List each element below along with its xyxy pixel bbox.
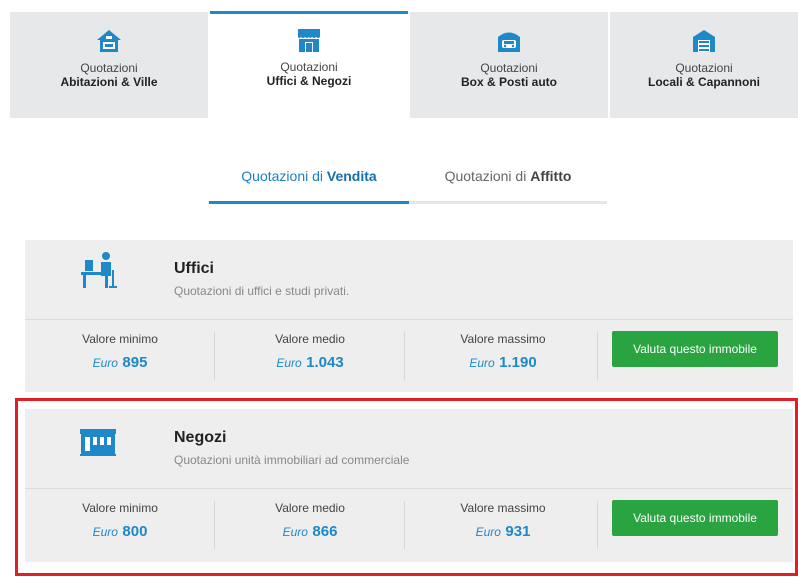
tab-strong: Vendita bbox=[326, 168, 377, 184]
tab-line1: Quotazioni bbox=[480, 61, 538, 75]
card-header: Uffici Quotazioni di uffici e studi priv… bbox=[25, 240, 793, 319]
stat-value: Euro 1.190 bbox=[469, 354, 537, 371]
tab-locali-capannoni[interactable]: Quotazioni Locali & Capannoni bbox=[610, 12, 798, 118]
tab-prefix: Quotazioni di bbox=[241, 168, 324, 184]
house-icon bbox=[97, 30, 121, 52]
stat-label: Valore massimo bbox=[460, 332, 546, 346]
card-stats: Valore minimo Euro 895 Valore medio Euro… bbox=[25, 320, 793, 392]
shop-icon bbox=[298, 29, 320, 52]
tab-line2: Abitazioni & Ville bbox=[60, 75, 158, 89]
garage-car-icon bbox=[498, 32, 520, 52]
category-tabs: Quotazioni Abitazioni & Ville Quotazioni… bbox=[10, 11, 798, 121]
stat-max: Valore massimo Euro 1.190 bbox=[408, 320, 598, 392]
mode-tabs: Quotazioni di Vendita Quotazioni di Affi… bbox=[209, 160, 607, 204]
stat-value: Euro 895 bbox=[92, 354, 148, 371]
tab-abitazioni-ville[interactable]: Quotazioni Abitazioni & Ville bbox=[10, 12, 208, 118]
valuta-immobile-button[interactable]: Valuta questo immobile bbox=[612, 331, 778, 367]
tab-prefix: Quotazioni di bbox=[444, 168, 527, 184]
tab-uffici-negozi[interactable]: Quotazioni Uffici & Negozi bbox=[210, 11, 408, 121]
tab-line2: Locali & Capannoni bbox=[647, 75, 760, 89]
warehouse-icon bbox=[693, 30, 715, 52]
tab-line1: Quotazioni bbox=[280, 60, 338, 74]
card-title: Uffici bbox=[174, 260, 214, 277]
tab-line1: Quotazioni bbox=[80, 61, 138, 75]
tab-box-posti-auto[interactable]: Quotazioni Box & Posti auto bbox=[410, 12, 608, 118]
stat-label: Valore medio bbox=[275, 332, 345, 346]
office-worker-icon bbox=[81, 252, 117, 288]
tab-line2: Uffici & Negozi bbox=[266, 74, 352, 88]
stat-value: Euro 1.043 bbox=[276, 354, 344, 371]
card-description: Quotazioni di uffici e studi privati. bbox=[174, 284, 350, 298]
stat-min: Valore minimo Euro 895 bbox=[25, 320, 215, 392]
highlight-frame bbox=[15, 398, 798, 576]
tab-vendita[interactable]: Quotazioni di Vendita bbox=[209, 160, 409, 204]
tab-strong: Affitto bbox=[530, 168, 572, 184]
stat-label: Valore minimo bbox=[82, 332, 158, 346]
tab-line2: Box & Posti auto bbox=[460, 75, 557, 89]
tab-line1: Quotazioni bbox=[675, 61, 733, 75]
tab-affitto[interactable]: Quotazioni di Affitto bbox=[409, 160, 607, 204]
stat-avg: Valore medio Euro 1.043 bbox=[215, 320, 405, 392]
quote-card-uffici: Uffici Quotazioni di uffici e studi priv… bbox=[25, 240, 793, 392]
